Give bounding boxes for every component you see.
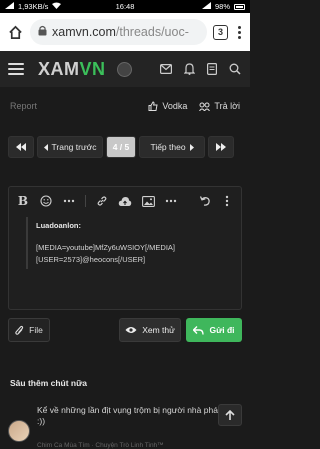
image-icon: [141, 195, 155, 207]
like-button[interactable]: Vodka: [148, 101, 187, 111]
related-thread-meta: Chim Ca Mùa Tím · Chuyện Trò Linh Tinh™: [37, 442, 164, 449]
url-text: xamvn.com/threads/uoc-: [52, 25, 189, 39]
eye-icon: [125, 327, 137, 333]
last-page-button[interactable]: [208, 136, 234, 158]
file-label: File: [29, 325, 43, 335]
status-bar: 1,93KB/s 16:48 98%: [0, 0, 250, 13]
toolbar-divider: [85, 195, 86, 207]
vertical-dots-icon: [225, 195, 229, 207]
send-reply-button[interactable]: Gửi đi: [186, 318, 242, 342]
more-dots-icon: [63, 199, 75, 203]
link-icon: [97, 196, 107, 206]
quote-user-code: [USER=2573]@heocons[/USER]: [36, 255, 146, 264]
quote-author: Luadoanlon:: [36, 221, 81, 230]
reply-icon: [199, 102, 211, 111]
next-page-label: Tiếp theo: [150, 142, 186, 152]
url-domain: xamvn.com: [52, 25, 116, 39]
reply-button[interactable]: Trả lời: [199, 101, 240, 111]
current-page-indicator[interactable]: 4 / 5: [106, 136, 136, 158]
first-page-button[interactable]: [8, 136, 34, 158]
header-icons: [159, 62, 242, 76]
preview-label: Xem thử: [142, 325, 175, 335]
logo-text-left: XAM: [38, 58, 80, 79]
related-section-title: Sâu thêm chút nữa: [10, 378, 87, 388]
signal-icon: [5, 2, 14, 11]
bold-button[interactable]: B: [16, 194, 30, 208]
quote-media-code: [MEDIA=youtube]MfZy6uWSIOY[/MEDIA]: [36, 243, 175, 252]
smiley-icon: [40, 195, 52, 207]
battery-percent: 98%: [214, 2, 230, 11]
logo-text-right: VN: [79, 58, 106, 79]
more-options-button[interactable]: [62, 194, 76, 208]
insert-more-button[interactable]: [164, 194, 178, 208]
next-page-button[interactable]: Tiếp theo: [139, 136, 205, 158]
related-thread-title[interactable]: Kể về những lần địt vụng trộm bị người n…: [37, 405, 243, 427]
double-chevron-left-icon: [16, 143, 26, 151]
url-path: /threads/uoc-: [115, 25, 189, 39]
bell-icon[interactable]: [182, 62, 196, 76]
hamburger-menu-icon[interactable]: [8, 63, 24, 75]
lock-icon: [38, 23, 47, 41]
browser-toolbar: xamvn.com/threads/uoc- 3: [0, 13, 250, 51]
post-reactions: Vodka Trả lời: [148, 101, 240, 111]
bold-icon: B: [17, 194, 29, 208]
image-button[interactable]: [141, 194, 155, 208]
attach-file-button[interactable]: File: [8, 318, 50, 342]
address-bar[interactable]: xamvn.com/threads/uoc-: [30, 19, 207, 45]
arrow-up-icon: [225, 409, 235, 420]
link-button[interactable]: [95, 194, 109, 208]
quoted-content[interactable]: Luadoanlon: [MEDIA=youtube]MfZy6uWSIOY[/…: [26, 217, 231, 269]
preview-button[interactable]: Xem thử: [119, 318, 181, 342]
chevron-right-icon: [189, 143, 194, 151]
home-icon: [8, 25, 22, 39]
home-button[interactable]: [6, 23, 24, 41]
sim-icon: [201, 2, 211, 11]
undo-button[interactable]: [198, 194, 212, 208]
browser-menu-button[interactable]: [234, 25, 244, 39]
emoji-button[interactable]: [39, 194, 53, 208]
paperclip-icon: [15, 325, 24, 335]
undo-icon: [199, 196, 210, 206]
avatar[interactable]: [117, 62, 132, 77]
double-chevron-right-icon: [216, 143, 226, 151]
prev-page-button[interactable]: Trang trước: [37, 136, 103, 158]
bookmark-icon[interactable]: [205, 62, 219, 76]
reply-editor[interactable]: B Luadoanlon: [MEDIA=youtube]MfZy6uWSIOY…: [8, 186, 242, 310]
wifi-icon: [52, 2, 62, 11]
inbox-icon[interactable]: [159, 62, 173, 76]
editor-options-button[interactable]: [220, 194, 234, 208]
tab-switcher-button[interactable]: 3: [213, 24, 228, 40]
scroll-to-top-button[interactable]: [218, 404, 242, 426]
network-speed: 1,93KB/s: [18, 2, 49, 11]
site-logo[interactable]: XAMVN: [38, 59, 106, 80]
editor-toolbar: B: [9, 187, 241, 215]
report-link[interactable]: Report: [10, 101, 37, 111]
site-header: XAMVN: [0, 51, 250, 87]
avatar[interactable]: [8, 420, 30, 442]
status-left: 1,93KB/s: [5, 2, 62, 11]
thumbs-up-icon: [148, 101, 158, 111]
editor-actions: File Xem thử Gửi đi: [8, 318, 242, 342]
post-actions-row: Report Vodka Trả lời: [0, 93, 250, 119]
upload-button[interactable]: [118, 194, 132, 208]
status-right: 98%: [201, 2, 245, 11]
pagination: Trang trước 4 / 5 Tiếp theo: [8, 136, 242, 158]
reply-arrow-icon: [193, 325, 205, 335]
send-label: Gửi đi: [209, 325, 235, 335]
reply-label: Trả lời: [214, 101, 240, 111]
prev-page-label: Trang trước: [51, 142, 97, 152]
like-label: Vodka: [162, 101, 188, 111]
battery-icon: [234, 3, 245, 10]
chevron-left-icon: [43, 143, 48, 151]
more-dots-icon: [165, 199, 177, 203]
toolbar-right-group: [198, 194, 234, 208]
cloud-upload-icon: [118, 196, 132, 206]
search-icon[interactable]: [228, 62, 242, 76]
